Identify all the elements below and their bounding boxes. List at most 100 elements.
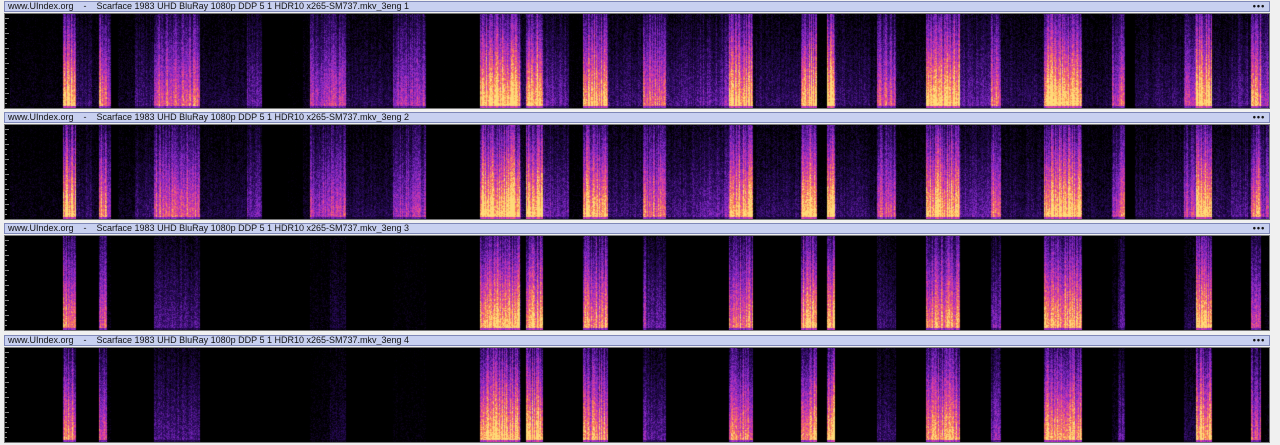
ruler-tick (5, 320, 7, 321)
ruler-tick (5, 139, 7, 140)
ruler-tick (5, 23, 7, 24)
spectrogram-view[interactable] (4, 13, 1270, 109)
ruler-tick (5, 48, 9, 49)
ruler-tick (5, 275, 7, 276)
ruler-tick (5, 144, 9, 145)
ruler-tick (5, 255, 9, 256)
spectrogram-view[interactable] (4, 124, 1270, 220)
ruler-tick (5, 367, 9, 368)
ruler-tick (5, 159, 9, 160)
track-menu-button[interactable]: ••• (1249, 336, 1269, 345)
ruler-tick (5, 427, 9, 428)
ruler-tick (5, 73, 7, 74)
track-4: www.UIndex.org - Scarface 1983 UHD BluRa… (0, 334, 1280, 445)
ruler-tick (5, 53, 7, 54)
ruler-tick (5, 38, 7, 39)
ruler-tick (5, 437, 7, 438)
ruler-tick (5, 68, 7, 69)
track-header[interactable]: www.UIndex.org - Scarface 1983 UHD BluRa… (4, 335, 1270, 346)
ruler-tick (5, 179, 7, 180)
ruler-tick (5, 184, 7, 185)
spectrogram-view[interactable] (4, 347, 1270, 443)
ruler-tick (5, 134, 7, 135)
track-1: www.UIndex.org - Scarface 1983 UHD BluRa… (0, 0, 1280, 111)
track-title: www.UIndex.org - Scarface 1983 UHD BluRa… (8, 113, 410, 122)
ruler-tick (5, 154, 7, 155)
ruler-tick (5, 315, 9, 316)
ruler-tick (5, 285, 9, 286)
ruler-tick (5, 417, 7, 418)
ruler-tick (5, 209, 7, 210)
ruler-tick (5, 377, 7, 378)
track-title: www.UIndex.org - Scarface 1983 UHD BluRa… (8, 224, 410, 233)
track-header[interactable]: www.UIndex.org - Scarface 1983 UHD BluRa… (4, 112, 1270, 123)
ruler-tick (5, 387, 7, 388)
spectrogram-view[interactable] (4, 235, 1270, 331)
ruler-tick (5, 295, 7, 296)
ruler-tick (5, 397, 9, 398)
ruler-tick (5, 204, 9, 205)
ruler-tick (5, 402, 7, 403)
track-2: www.UIndex.org - Scarface 1983 UHD BluRa… (0, 111, 1280, 222)
ruler-tick (5, 63, 9, 64)
window-edge (1270, 0, 1280, 445)
track-title: www.UIndex.org - Scarface 1983 UHD BluRa… (8, 2, 410, 11)
ruler-tick (5, 250, 7, 251)
ruler-tick (5, 412, 9, 413)
ruler-tick (5, 310, 7, 311)
ruler-tick (5, 382, 9, 383)
ruler-tick (5, 18, 9, 19)
ruler-tick (5, 98, 7, 99)
spectrogram-canvas[interactable] (10, 236, 1269, 330)
ruler-tick (5, 270, 9, 271)
ruler-tick (5, 214, 7, 215)
track-menu-button[interactable]: ••• (1249, 224, 1269, 233)
track-title: www.UIndex.org - Scarface 1983 UHD BluRa… (8, 336, 410, 345)
spectrogram-canvas[interactable] (10, 348, 1269, 442)
ruler-tick (5, 280, 7, 281)
ruler-tick (5, 407, 7, 408)
ruler-tick (5, 260, 7, 261)
ruler-tick (5, 149, 7, 150)
ruler-tick (5, 169, 7, 170)
ruler-tick (5, 88, 7, 89)
frequency-ruler (5, 348, 10, 442)
ruler-tick (5, 357, 7, 358)
ruler-tick (5, 352, 9, 353)
ruler-tick (5, 174, 9, 175)
track-menu-button[interactable]: ••• (1249, 2, 1269, 11)
ruler-tick (5, 199, 7, 200)
ruler-tick (5, 103, 7, 104)
ruler-tick (5, 189, 9, 190)
spectrogram-canvas[interactable] (10, 125, 1269, 219)
ruler-tick (5, 305, 7, 306)
ruler-tick (5, 43, 7, 44)
ruler-tick (5, 325, 7, 326)
ruler-tick (5, 194, 7, 195)
frequency-ruler (5, 236, 10, 330)
track-header[interactable]: www.UIndex.org - Scarface 1983 UHD BluRa… (4, 223, 1270, 234)
track-menu-button[interactable]: ••• (1249, 113, 1269, 122)
ruler-tick (5, 129, 9, 130)
ruler-tick (5, 58, 7, 59)
ruler-tick (5, 422, 7, 423)
ruler-tick (5, 164, 7, 165)
ruler-tick (5, 372, 7, 373)
track-header[interactable]: www.UIndex.org - Scarface 1983 UHD BluRa… (4, 1, 1270, 12)
ruler-tick (5, 392, 7, 393)
ruler-tick (5, 245, 7, 246)
ruler-tick (5, 290, 7, 291)
ruler-tick (5, 83, 7, 84)
ruler-tick (5, 362, 7, 363)
ruler-tick (5, 93, 9, 94)
frequency-ruler (5, 14, 10, 108)
ruler-tick (5, 240, 9, 241)
frequency-ruler (5, 125, 10, 219)
track-3: www.UIndex.org - Scarface 1983 UHD BluRa… (0, 222, 1280, 333)
spectrogram-canvas[interactable] (10, 14, 1269, 108)
ruler-tick (5, 28, 7, 29)
ruler-tick (5, 78, 9, 79)
ruler-tick (5, 432, 7, 433)
ruler-tick (5, 300, 9, 301)
ruler-tick (5, 265, 7, 266)
